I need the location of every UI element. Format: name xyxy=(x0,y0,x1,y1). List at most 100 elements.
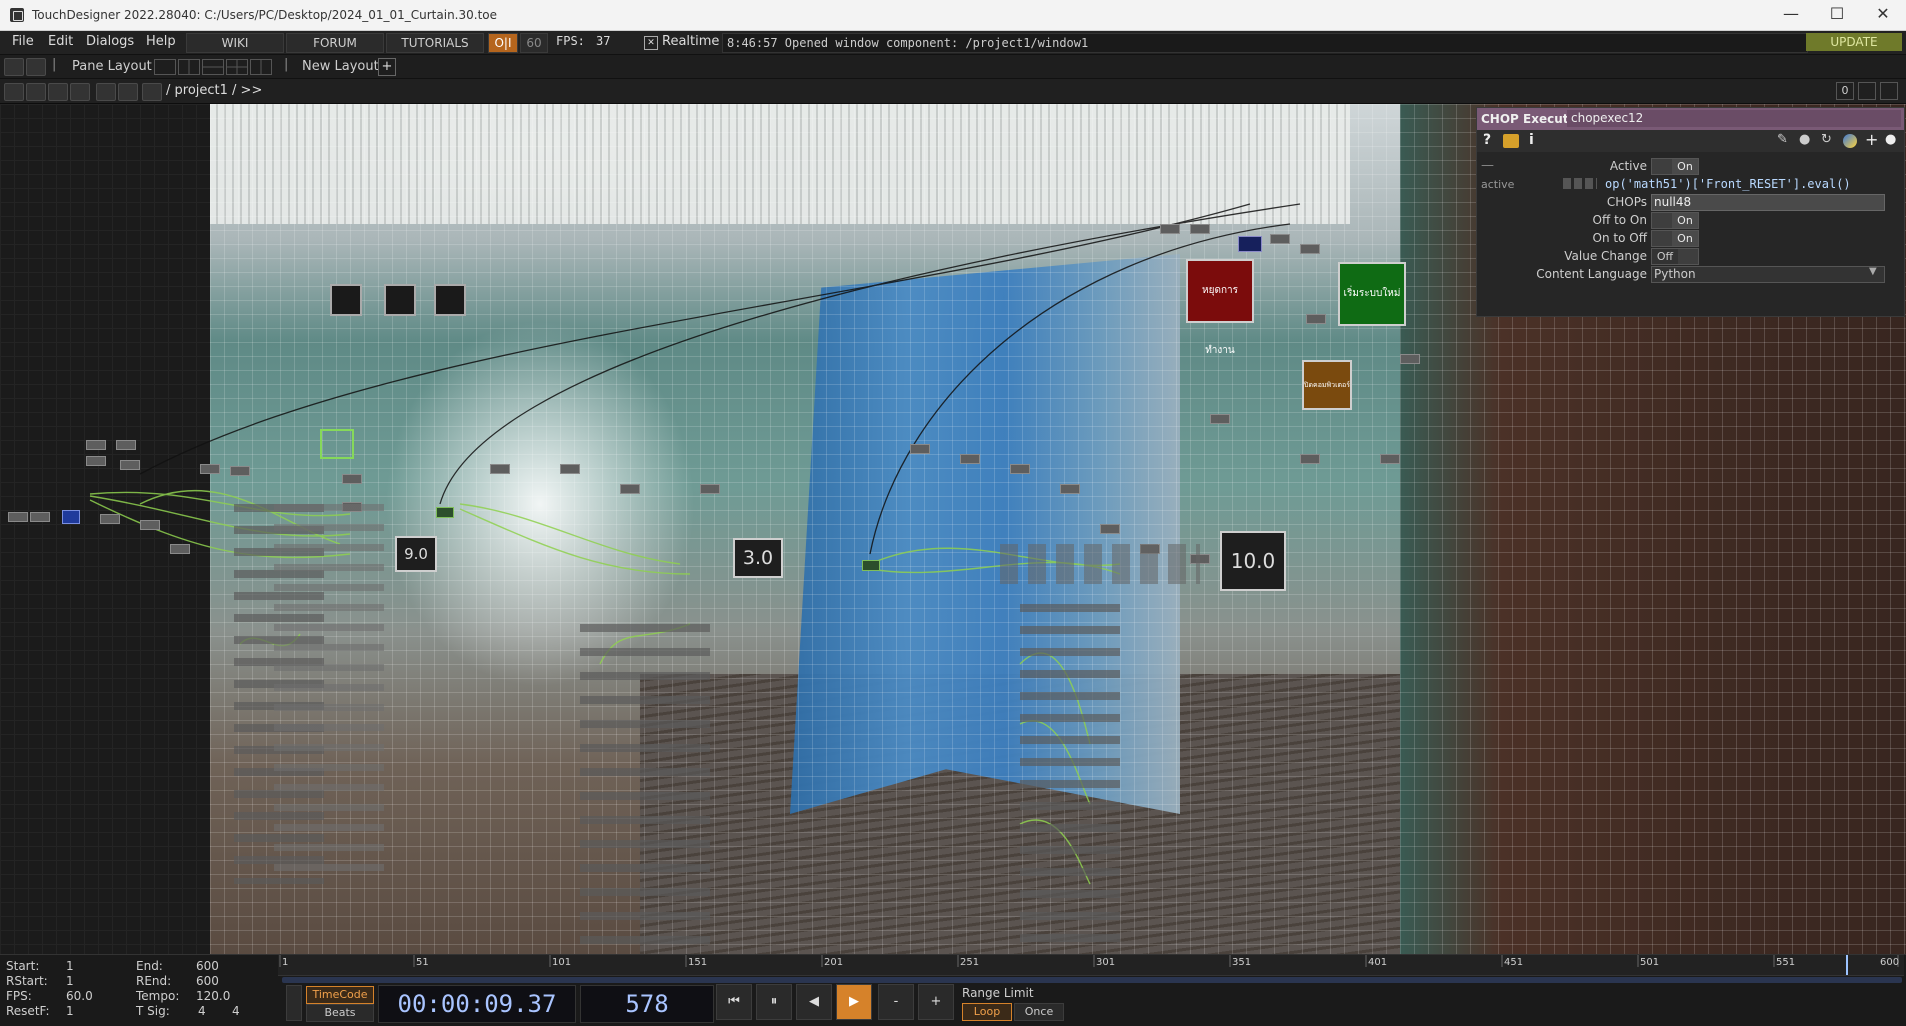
step-forward-button[interactable]: + xyxy=(918,984,954,1020)
add-layout-button[interactable]: + xyxy=(378,58,396,76)
operator-node[interactable] xyxy=(1060,484,1080,494)
play-forward-button[interactable]: ▶ xyxy=(836,984,872,1020)
play-backward-button[interactable]: ◀ xyxy=(796,984,832,1020)
add-param-icon[interactable]: + xyxy=(1865,130,1878,149)
operator-stack[interactable] xyxy=(274,504,384,884)
operator-node[interactable] xyxy=(1306,314,1326,324)
end-value[interactable]: 600 xyxy=(196,959,219,973)
layout-split-vertical-icon[interactable] xyxy=(178,59,200,75)
operator-node[interactable] xyxy=(434,284,466,316)
operator-node[interactable] xyxy=(1190,224,1210,234)
stop-system-button[interactable]: หยุดการทำงาน xyxy=(1186,259,1254,356)
operator-node[interactable] xyxy=(384,284,416,316)
comment-icon[interactable]: ● xyxy=(1799,132,1810,147)
operator-node[interactable] xyxy=(436,507,454,518)
off-to-on-toggle[interactable]: On xyxy=(1651,212,1699,229)
tempo-value[interactable]: 120.0 xyxy=(196,989,230,1003)
rewind-button[interactable]: ⏮ xyxy=(716,984,752,1020)
operator-node[interactable] xyxy=(910,444,930,454)
parent-up-icon[interactable] xyxy=(142,83,162,101)
expression-mode-icon[interactable] xyxy=(1563,178,1597,189)
value-change-toggle[interactable]: Off xyxy=(1651,248,1699,265)
operator-node[interactable] xyxy=(140,520,160,530)
operator-node[interactable] xyxy=(330,284,362,316)
value-display[interactable]: 10.0 xyxy=(1220,531,1286,591)
loop-toggle[interactable]: Loop xyxy=(962,1003,1012,1021)
help-icon[interactable]: ? xyxy=(1483,132,1491,148)
value-display[interactable]: 3.0 xyxy=(733,538,783,578)
timeline-ruler[interactable]: 1 51 101 151 201 251 301 351 401 451 501… xyxy=(278,955,1904,976)
rend-value[interactable]: 600 xyxy=(196,974,219,988)
rstart-value[interactable]: 1 xyxy=(66,974,74,988)
layout-split-horizontal-icon[interactable] xyxy=(202,59,224,75)
restart-system-button[interactable]: เริ่มระบบใหม่ xyxy=(1338,262,1406,326)
operator-node[interactable] xyxy=(100,514,120,524)
operator-node[interactable] xyxy=(1010,464,1030,474)
operator-node[interactable] xyxy=(62,510,80,524)
value-display[interactable]: 9.0 xyxy=(395,536,437,572)
fps-value[interactable]: 60.0 xyxy=(66,989,93,1003)
operator-node[interactable] xyxy=(86,440,106,450)
status-dot-icon[interactable]: ● xyxy=(1885,132,1896,147)
forum-button[interactable]: FORUM xyxy=(286,33,384,53)
operator-node[interactable] xyxy=(30,512,50,522)
op-name-field[interactable]: chopexec12 xyxy=(1567,110,1901,127)
operator-node[interactable] xyxy=(1380,454,1400,464)
beats-toggle[interactable]: Beats xyxy=(306,1004,374,1022)
playhead[interactable] xyxy=(1846,955,1848,975)
operator-node[interactable] xyxy=(120,460,140,470)
shutdown-computer-button[interactable]: ปิดคอมพิวเตอร์ xyxy=(1302,360,1352,410)
timecode-display[interactable]: 00:00:09.37 xyxy=(378,985,576,1023)
operator-node[interactable] xyxy=(170,544,190,554)
operator-stack[interactable] xyxy=(1020,604,1120,954)
pane-split-icon[interactable] xyxy=(1880,82,1898,100)
operator-node[interactable] xyxy=(1210,414,1230,424)
pause-button[interactable]: ⏸ xyxy=(756,984,792,1020)
pane-maximize-icon[interactable] xyxy=(1858,82,1876,100)
realtime-checkbox[interactable]: ✕ xyxy=(644,36,658,50)
menu-edit[interactable]: Edit xyxy=(48,34,73,49)
operator-node[interactable] xyxy=(700,484,720,494)
selected-node[interactable] xyxy=(320,429,354,459)
layout-single-icon[interactable] xyxy=(154,59,176,75)
active-expression[interactable]: op('math51')['Front_RESET'].eval() xyxy=(1605,177,1851,191)
wiki-button[interactable]: WIKI xyxy=(186,33,284,53)
tutorials-button[interactable]: TUTORIALS xyxy=(386,33,484,53)
operator-node[interactable] xyxy=(230,466,250,476)
operator-node[interactable] xyxy=(490,464,510,474)
operator-node[interactable] xyxy=(86,456,106,466)
layout-quad-icon[interactable] xyxy=(226,59,248,75)
resetf-value[interactable]: 1 xyxy=(66,1004,74,1018)
step-back-button[interactable]: - xyxy=(878,984,914,1020)
maximize-button[interactable]: ☐ xyxy=(1814,0,1860,30)
back-arrow-icon[interactable] xyxy=(48,83,68,101)
chevron-down-icon[interactable] xyxy=(4,83,24,101)
operator-node[interactable] xyxy=(200,464,220,474)
info-icon[interactable]: i xyxy=(1529,132,1534,148)
save-icon[interactable] xyxy=(26,58,46,76)
operator-stack[interactable] xyxy=(1000,544,1200,584)
plus-icon[interactable] xyxy=(96,83,116,101)
operator-node[interactable] xyxy=(1160,224,1180,234)
operator-node[interactable] xyxy=(1300,454,1320,464)
operator-node[interactable] xyxy=(342,474,362,484)
refresh-icon[interactable]: ↻ xyxy=(1821,132,1832,147)
update-button[interactable]: UPDATE xyxy=(1806,33,1902,51)
layout-three-icon[interactable] xyxy=(250,59,272,75)
timeline-scrollbar[interactable] xyxy=(282,977,1902,983)
menu-help[interactable]: Help xyxy=(146,34,176,49)
operator-node[interactable] xyxy=(1270,234,1290,244)
operator-stack[interactable] xyxy=(580,624,710,954)
operator-node[interactable] xyxy=(960,454,980,464)
operator-node[interactable] xyxy=(1400,354,1420,364)
menu-file[interactable]: File xyxy=(12,34,34,49)
start-value[interactable]: 1 xyxy=(66,959,74,973)
minimize-button[interactable]: — xyxy=(1768,0,1814,30)
frame-display[interactable]: 578 xyxy=(580,985,714,1023)
tsig-numerator[interactable]: 4 xyxy=(198,1004,206,1018)
edit-icon[interactable]: ✎ xyxy=(1777,132,1788,147)
image-icon[interactable] xyxy=(4,58,24,76)
breadcrumb[interactable]: / project1 / >> xyxy=(166,83,262,98)
python-help-icon[interactable] xyxy=(1503,134,1519,148)
stop-icon[interactable] xyxy=(26,83,46,101)
